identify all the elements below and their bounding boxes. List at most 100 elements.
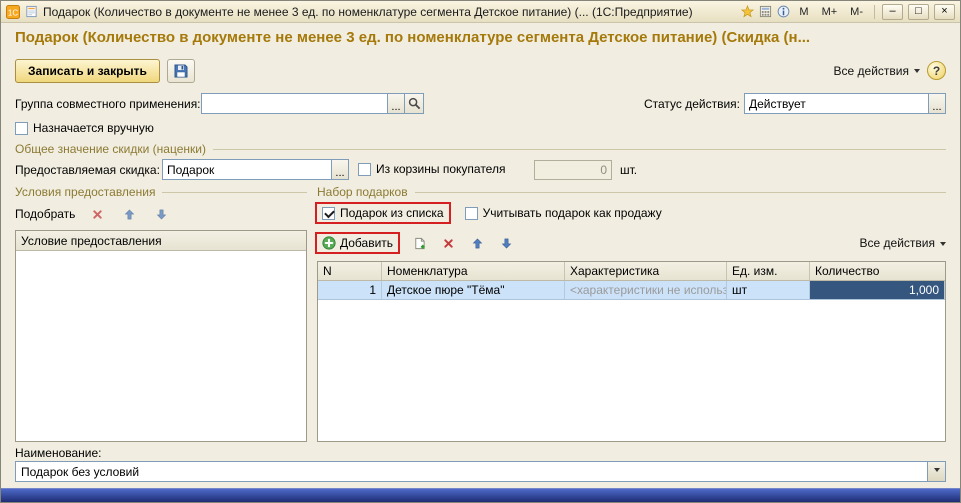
section-conditions-title: Условия предоставления [15, 185, 155, 199]
basket-unit-label: шт. [620, 163, 637, 177]
save-and-close-button[interactable]: Записать и закрыть [15, 59, 160, 83]
app-window: 1С Подарок (Количество в документе не ме… [0, 0, 961, 503]
maximize-button[interactable]: □ [908, 4, 929, 20]
group-input[interactable] [201, 93, 388, 114]
section-discount: Общее значение скидки (наценки) [15, 141, 946, 156]
col-n: N [318, 262, 382, 280]
move-condition-down-button[interactable] [151, 204, 171, 224]
section-gifts-title: Набор подарков [317, 185, 408, 199]
arrow-up-icon [124, 209, 135, 220]
arrow-down-icon [156, 209, 167, 220]
group-select-button[interactable]: ... [388, 93, 405, 114]
gifts-table[interactable]: N Номенклатура Характеристика Ед. изм. К… [317, 261, 946, 442]
close-button[interactable]: × [934, 4, 955, 20]
gifts-checkbox-row: Подарок из списка Учитывать подарок как … [315, 200, 946, 226]
cell-characteristic[interactable]: <характеристики не использу... [565, 281, 727, 299]
gifts-all-actions-button[interactable]: Все действия [860, 236, 946, 250]
checkbox-box-icon [322, 207, 335, 220]
delete-gift-button[interactable] [438, 233, 458, 253]
move-gift-down-button[interactable] [496, 233, 516, 253]
cell-n[interactable]: 1 [318, 281, 382, 299]
add-copy-button[interactable] [409, 233, 429, 253]
memory-m-button[interactable]: М [795, 4, 812, 20]
status-label: Статус действия: [644, 97, 740, 111]
help-button[interactable]: ? [927, 61, 946, 80]
titlebar-separator [874, 5, 875, 19]
page-title: Подарок (Количество в документе не менее… [15, 29, 948, 46]
add-button-label: Добавить [340, 236, 393, 250]
dropdown-arrow-icon [934, 468, 940, 475]
memory-m-minus-button[interactable]: М- [846, 4, 867, 20]
red-x-icon [92, 209, 103, 220]
group-label: Группа совместного применения: [15, 97, 201, 111]
col-quantity: Количество [810, 262, 945, 280]
floppy-disk-icon [173, 63, 189, 79]
annotation-highlight: Подарок из списка [315, 202, 451, 224]
table-row[interactable]: 1 Детское пюре "Тёма" <характеристики не… [318, 281, 945, 300]
discount-select-button[interactable]: ... [332, 159, 349, 180]
pick-button[interactable]: Подобрать [15, 207, 75, 221]
gift-from-list-label: Подарок из списка [340, 206, 444, 220]
discount-input[interactable] [162, 159, 332, 180]
calculator-icon[interactable] [759, 5, 772, 18]
name-input[interactable] [15, 461, 928, 482]
manual-checkbox-label: Назначается вручную [33, 121, 154, 135]
group-search-button[interactable] [405, 93, 424, 114]
gifts-table-header: N Номенклатура Характеристика Ед. изм. К… [318, 262, 945, 281]
arrow-down-icon [501, 238, 512, 249]
conditions-table[interactable]: Условие предоставления [15, 230, 307, 442]
favorites-star-icon[interactable] [741, 5, 754, 18]
document-icon [25, 5, 38, 18]
col-nomenclature: Номенклатура [382, 262, 565, 280]
name-combobox[interactable] [15, 461, 946, 482]
dropdown-arrow-icon [914, 69, 920, 76]
checkbox-box-icon [358, 163, 371, 176]
conditions-toolbar: Подобрать [15, 202, 307, 226]
basket-checkbox[interactable]: Из корзины покупателя [358, 162, 505, 176]
gift-from-list-checkbox[interactable]: Подарок из списка [322, 206, 444, 220]
basket-checkbox-label: Из корзины покупателя [376, 162, 505, 176]
manual-checkbox[interactable]: Назначается вручную [15, 121, 154, 135]
main-toolbar: Записать и закрыть Все действия ? [15, 58, 946, 83]
conditions-table-header: Условие предоставления [16, 231, 306, 251]
col-unit: Ед. изм. [727, 262, 810, 280]
copy-page-icon [413, 237, 426, 250]
move-gift-up-button[interactable] [467, 233, 487, 253]
basket-qty-input [534, 160, 612, 180]
cell-quantity[interactable]: 1,000 [810, 281, 945, 299]
checkbox-box-icon [465, 207, 478, 220]
status-input[interactable] [744, 93, 929, 114]
info-icon[interactable] [777, 5, 790, 18]
save-button[interactable] [167, 59, 195, 83]
svg-text:1С: 1С [8, 8, 18, 17]
gift-as-sale-checkbox[interactable]: Учитывать подарок как продажу [465, 206, 662, 220]
app-icon: 1С [6, 5, 20, 19]
checkbox-box-icon [15, 122, 28, 135]
manual-row: Назначается вручную [15, 119, 946, 141]
move-condition-up-button[interactable] [119, 204, 139, 224]
titlebar: 1С Подарок (Количество в документе не ме… [1, 1, 960, 23]
window-title: Подарок (Количество в документе не менее… [43, 5, 736, 19]
magnifier-icon [408, 97, 421, 110]
red-x-icon [443, 238, 454, 249]
annotation-highlight: Добавить [315, 232, 400, 254]
group-status-row: Группа совместного применения: ... Стату… [15, 93, 946, 115]
taskbar [1, 488, 960, 502]
name-dropdown-button[interactable] [928, 461, 946, 482]
discount-row: Предоставляемая скидка: ... Из корзины п… [15, 159, 946, 181]
section-conditions: Условия предоставления [15, 184, 307, 199]
gift-as-sale-label: Учитывать подарок как продажу [483, 206, 662, 220]
col-characteristic: Характеристика [565, 262, 727, 280]
name-label: Наименование: [15, 446, 102, 460]
minimize-button[interactable]: – [882, 4, 903, 20]
cell-nomenclature[interactable]: Детское пюре "Тёма" [382, 281, 565, 299]
cell-unit[interactable]: шт [727, 281, 810, 299]
delete-condition-button[interactable] [87, 204, 107, 224]
main-all-actions-button[interactable]: Все действия [834, 64, 920, 78]
add-button[interactable]: Добавить [322, 236, 393, 250]
gifts-toolbar: Добавить Все действия [315, 230, 946, 256]
status-select-button[interactable]: ... [929, 93, 946, 114]
dropdown-arrow-icon [940, 242, 946, 249]
discount-label: Предоставляемая скидка: [15, 163, 160, 177]
memory-m-plus-button[interactable]: М+ [818, 4, 842, 20]
